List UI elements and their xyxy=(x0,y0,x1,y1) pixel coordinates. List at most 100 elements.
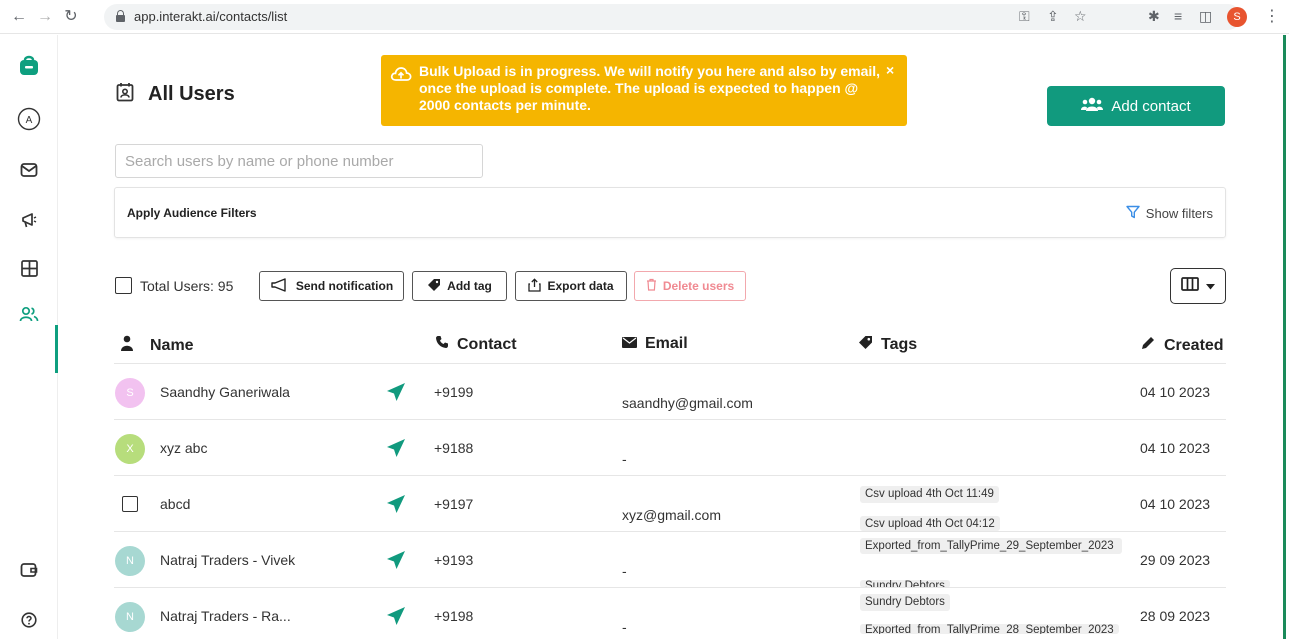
header-contact-label: Contact xyxy=(457,335,517,353)
toast-close-icon[interactable]: × xyxy=(886,62,894,78)
contact-name[interactable]: Natraj Traders - Vivek xyxy=(160,552,295,568)
tag-icon xyxy=(858,335,873,355)
forward-arrow-icon[interactable]: → xyxy=(34,6,56,28)
key-icon[interactable]: ⚿ xyxy=(1019,8,1030,25)
send-message-icon[interactable] xyxy=(386,382,406,407)
header-name-label: Name xyxy=(150,336,194,354)
contact-email: xyz@gmail.com xyxy=(622,507,722,523)
tag-chip[interactable]: Csv upload 4th Oct 04:12 xyxy=(860,516,1000,531)
send-notification-button[interactable]: Send notification xyxy=(259,271,404,301)
delete-users-label: Delete users xyxy=(662,279,735,293)
show-filters-button[interactable]: Show filters xyxy=(1126,205,1213,222)
send-message-icon[interactable] xyxy=(386,606,406,631)
page-title: All Users xyxy=(148,83,235,105)
contact-phone: +9197 xyxy=(434,496,474,512)
inbox-icon[interactable] xyxy=(16,157,42,183)
send-message-icon[interactable] xyxy=(386,438,406,463)
audience-filters-panel: Apply Audience Filters Show filters xyxy=(114,187,1226,238)
bulk-upload-toast: Bulk Upload is in progress. We will noti… xyxy=(381,55,907,126)
header-email-label: Email xyxy=(645,335,688,352)
back-arrow-icon[interactable]: ← xyxy=(8,6,30,28)
select-all-group: Total Users: 95 xyxy=(115,277,233,294)
contact-phone: +9193 xyxy=(434,552,474,568)
row-select-checkbox[interactable] xyxy=(122,496,138,512)
contact-phone: +9188 xyxy=(434,440,474,456)
star-icon[interactable]: ☆ xyxy=(1074,8,1087,25)
contact-phone: +9198 xyxy=(434,608,474,624)
header-tags-label: Tags xyxy=(881,336,918,353)
svg-text:A: A xyxy=(26,115,33,126)
columns-icon xyxy=(1181,276,1199,296)
add-contact-label: Add contact xyxy=(1111,97,1191,115)
trash-icon xyxy=(646,278,657,294)
address-bar[interactable]: app.interakt.ai/contacts/list ⚿ ⇪ ☆ xyxy=(104,4,1241,30)
page-header: All Users xyxy=(116,82,235,107)
contact-name[interactable]: abcd xyxy=(160,496,190,512)
column-picker-button[interactable] xyxy=(1170,268,1226,304)
contacts-users-icon[interactable] xyxy=(16,301,42,327)
created-date: 28 09 2023 xyxy=(1140,608,1211,624)
caret-down-icon xyxy=(1206,277,1215,295)
contact-name[interactable]: Saandhy Ganeriwala xyxy=(160,384,290,400)
created-date: 04 10 2023 xyxy=(1140,384,1211,400)
extensions-icon[interactable]: ✱ xyxy=(1148,8,1160,25)
url-text: app.interakt.ai/contacts/list xyxy=(134,9,288,24)
header-created-label: Created xyxy=(1164,336,1224,354)
more-menu-icon[interactable]: ⋮ xyxy=(1264,6,1280,26)
users-add-icon xyxy=(1081,97,1104,115)
reload-icon[interactable]: ↻ xyxy=(60,6,82,28)
interakt-logo-icon[interactable] xyxy=(16,52,42,78)
contact-name[interactable]: xyz abc xyxy=(160,440,207,456)
avatar: N xyxy=(115,546,145,576)
tag-chip[interactable]: Exported_from_TallyPrime_28_September_20… xyxy=(860,624,1119,634)
created-date: 04 10 2023 xyxy=(1140,496,1211,512)
table-row[interactable]: abcd +9197 xyz@gmail.com Csv upload 4th … xyxy=(114,475,1226,531)
add-contact-button[interactable]: Add contact xyxy=(1047,86,1225,126)
help-icon[interactable] xyxy=(16,607,42,633)
table-row[interactable]: N Natraj Traders - Ra... +9198 - Sundry … xyxy=(114,587,1226,639)
delete-users-button[interactable]: Delete users xyxy=(634,271,746,301)
toast-message: Bulk Upload is in progress. We will noti… xyxy=(419,63,881,113)
side-panel-icon[interactable]: ◫ xyxy=(1199,8,1212,25)
person-icon xyxy=(120,335,134,356)
add-tag-label: Add tag xyxy=(447,279,492,293)
envelope-icon xyxy=(622,335,637,353)
export-data-button[interactable]: Export data xyxy=(515,271,627,301)
cloud-upload-icon xyxy=(390,65,412,86)
left-sidebar: A xyxy=(0,35,58,639)
column-header-created[interactable]: Created xyxy=(1140,335,1224,356)
contact-name[interactable]: Natraj Traders - Ra... xyxy=(160,608,291,624)
column-header-email[interactable]: Email xyxy=(622,335,688,353)
column-header-name[interactable]: Name xyxy=(120,335,194,356)
tag-icon xyxy=(427,278,441,295)
campaigns-megaphone-icon[interactable] xyxy=(16,207,42,233)
send-message-icon[interactable] xyxy=(386,550,406,575)
send-notification-label: Send notification xyxy=(295,279,394,293)
show-filters-label: Show filters xyxy=(1145,206,1213,221)
share-icon[interactable]: ⇪ xyxy=(1047,8,1059,25)
table-row[interactable]: N Natraj Traders - Vivek +9193 - Exporte… xyxy=(114,531,1226,588)
table-row[interactable]: X xyz abc +9188 - 04 10 2023 xyxy=(114,419,1226,475)
add-tag-button[interactable]: Add tag xyxy=(412,271,507,301)
send-message-icon[interactable] xyxy=(386,494,406,519)
column-header-tags[interactable]: Tags xyxy=(858,335,917,355)
table-row[interactable]: S Saandhy Ganeriwala +9199 saandhy@gmail… xyxy=(114,363,1226,419)
search-input[interactable] xyxy=(115,144,483,178)
contact-email: - xyxy=(622,563,627,579)
avatar: S xyxy=(115,378,145,408)
contact-card-icon xyxy=(116,82,134,107)
wallet-icon[interactable] xyxy=(16,557,42,583)
dashboard-grid-icon[interactable] xyxy=(16,255,42,281)
column-header-contact[interactable]: Contact xyxy=(435,335,517,354)
lock-icon xyxy=(116,10,125,22)
reading-list-icon[interactable]: ≡ xyxy=(1174,8,1182,24)
select-all-checkbox[interactable] xyxy=(115,277,132,294)
tag-chip[interactable]: Sundry Debtors xyxy=(860,594,950,611)
tag-chip[interactable]: Csv upload 4th Oct 11:49 xyxy=(860,486,999,503)
filter-funnel-icon xyxy=(1126,205,1140,222)
total-users-count: Total Users: 95 xyxy=(140,277,234,294)
megaphone-icon xyxy=(270,277,290,295)
tag-chip[interactable]: Exported_from_TallyPrime_29_September_20… xyxy=(860,538,1122,554)
profile-avatar[interactable]: S xyxy=(1227,7,1247,27)
account-avatar-icon[interactable]: A xyxy=(16,106,42,132)
